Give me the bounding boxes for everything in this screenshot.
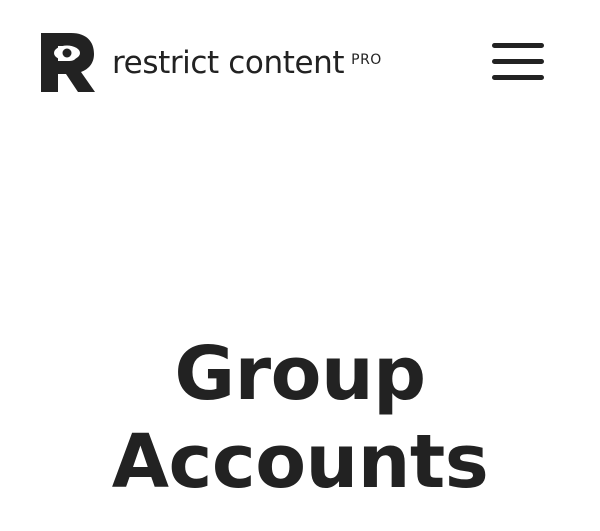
page: restrict content PRO Group Accounts [0,0,600,531]
logo-pro-badge: PRO [351,52,382,68]
hero-section: Group Accounts [0,330,600,506]
site-header: restrict content PRO [0,0,600,120]
restrict-content-logo-icon [41,33,95,92]
menu-button[interactable] [488,40,548,84]
site-logo-link[interactable]: restrict content PRO [38,30,382,94]
logo-wordmark: restrict content [112,45,345,81]
page-title-line-2: Accounts [111,419,489,505]
page-title-line-1: Group [174,331,426,417]
hamburger-menu-icon [492,43,544,80]
page-title: Group Accounts [0,330,600,506]
